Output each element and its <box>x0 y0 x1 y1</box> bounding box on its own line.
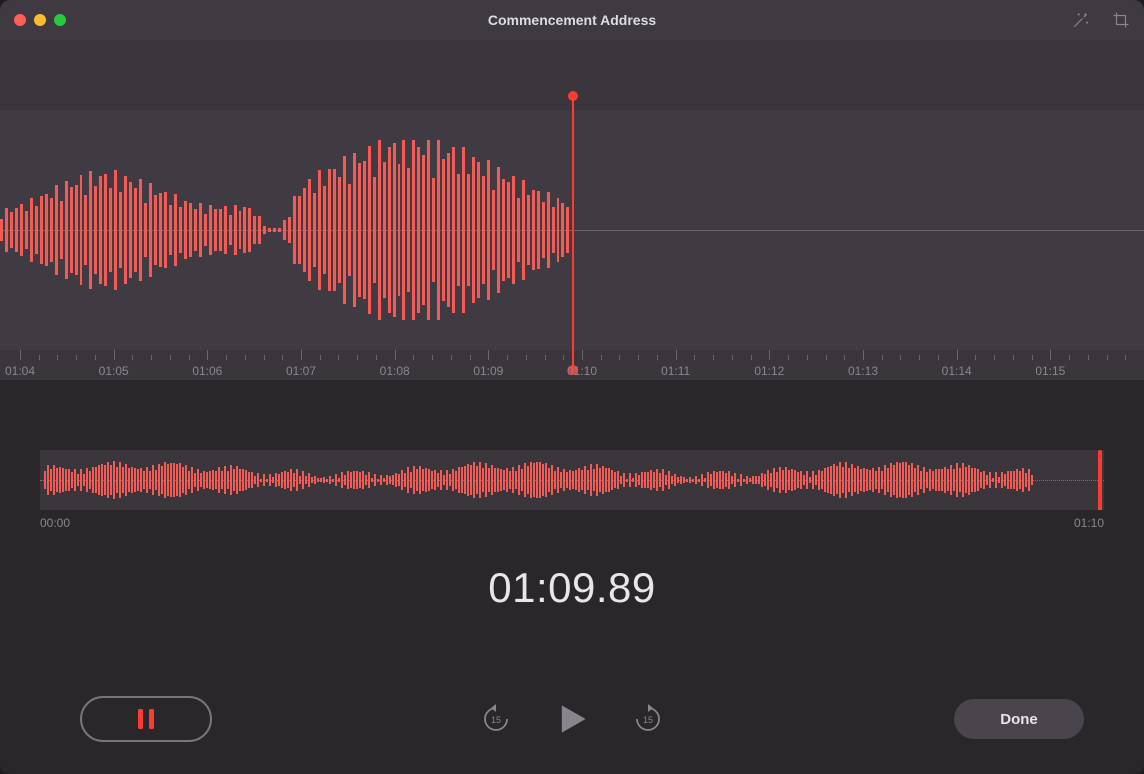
skip-forward-15-button[interactable]: 15 <box>633 704 663 734</box>
zoom-icon[interactable] <box>54 14 66 26</box>
auto-enhance-icon[interactable] <box>1072 11 1090 29</box>
ruler-label: 01:13 <box>848 364 878 378</box>
overview-start-time: 00:00 <box>40 516 70 530</box>
window-title: Commencement Address <box>0 12 1144 28</box>
ruler-label: 01:05 <box>99 364 129 378</box>
waveform-detail-area[interactable]: 01:04 01:05 01:06 01:07 01:08 01:09 01:10 01:11… <box>0 40 1144 380</box>
window-traffic-lights <box>14 14 66 26</box>
close-icon[interactable] <box>14 14 26 26</box>
minimize-icon[interactable] <box>34 14 46 26</box>
play-button[interactable] <box>555 702 589 736</box>
crop-icon[interactable] <box>1112 11 1130 29</box>
ruler-label: 01:04 <box>5 364 35 378</box>
ruler-label: 01:14 <box>942 364 972 378</box>
ruler-label: 01:11 <box>661 364 690 378</box>
svg-text:15: 15 <box>491 715 501 725</box>
titlebar: Commencement Address <box>0 0 1144 40</box>
ruler-label: 01:10 <box>567 364 597 378</box>
playhead[interactable] <box>572 96 574 370</box>
record-pause-button[interactable] <box>80 696 212 742</box>
transport-controls: 15 15 Done <box>0 696 1144 742</box>
skip-back-15-button[interactable]: 15 <box>481 704 511 734</box>
ruler-label: 01:09 <box>473 364 503 378</box>
overview-end-time: 01:10 <box>1074 516 1104 530</box>
ruler-label: 01:07 <box>286 364 316 378</box>
ruler-label: 01:15 <box>1035 364 1065 378</box>
done-button[interactable]: Done <box>954 699 1084 739</box>
svg-text:15: 15 <box>643 715 653 725</box>
time-ruler: 01:04 01:05 01:06 01:07 01:08 01:09 01:10 01:11… <box>0 350 1144 380</box>
elapsed-time-display: 01:09.89 <box>0 564 1144 612</box>
overview-playhead[interactable] <box>1098 450 1102 510</box>
voice-memos-editor-window: Commencement Address 01:04 01:05 <box>0 0 1144 774</box>
ruler-label: 01:12 <box>754 364 784 378</box>
waveform-overview[interactable] <box>40 450 1104 510</box>
ruler-label: 01:06 <box>192 364 222 378</box>
ruler-label: 01:08 <box>380 364 410 378</box>
